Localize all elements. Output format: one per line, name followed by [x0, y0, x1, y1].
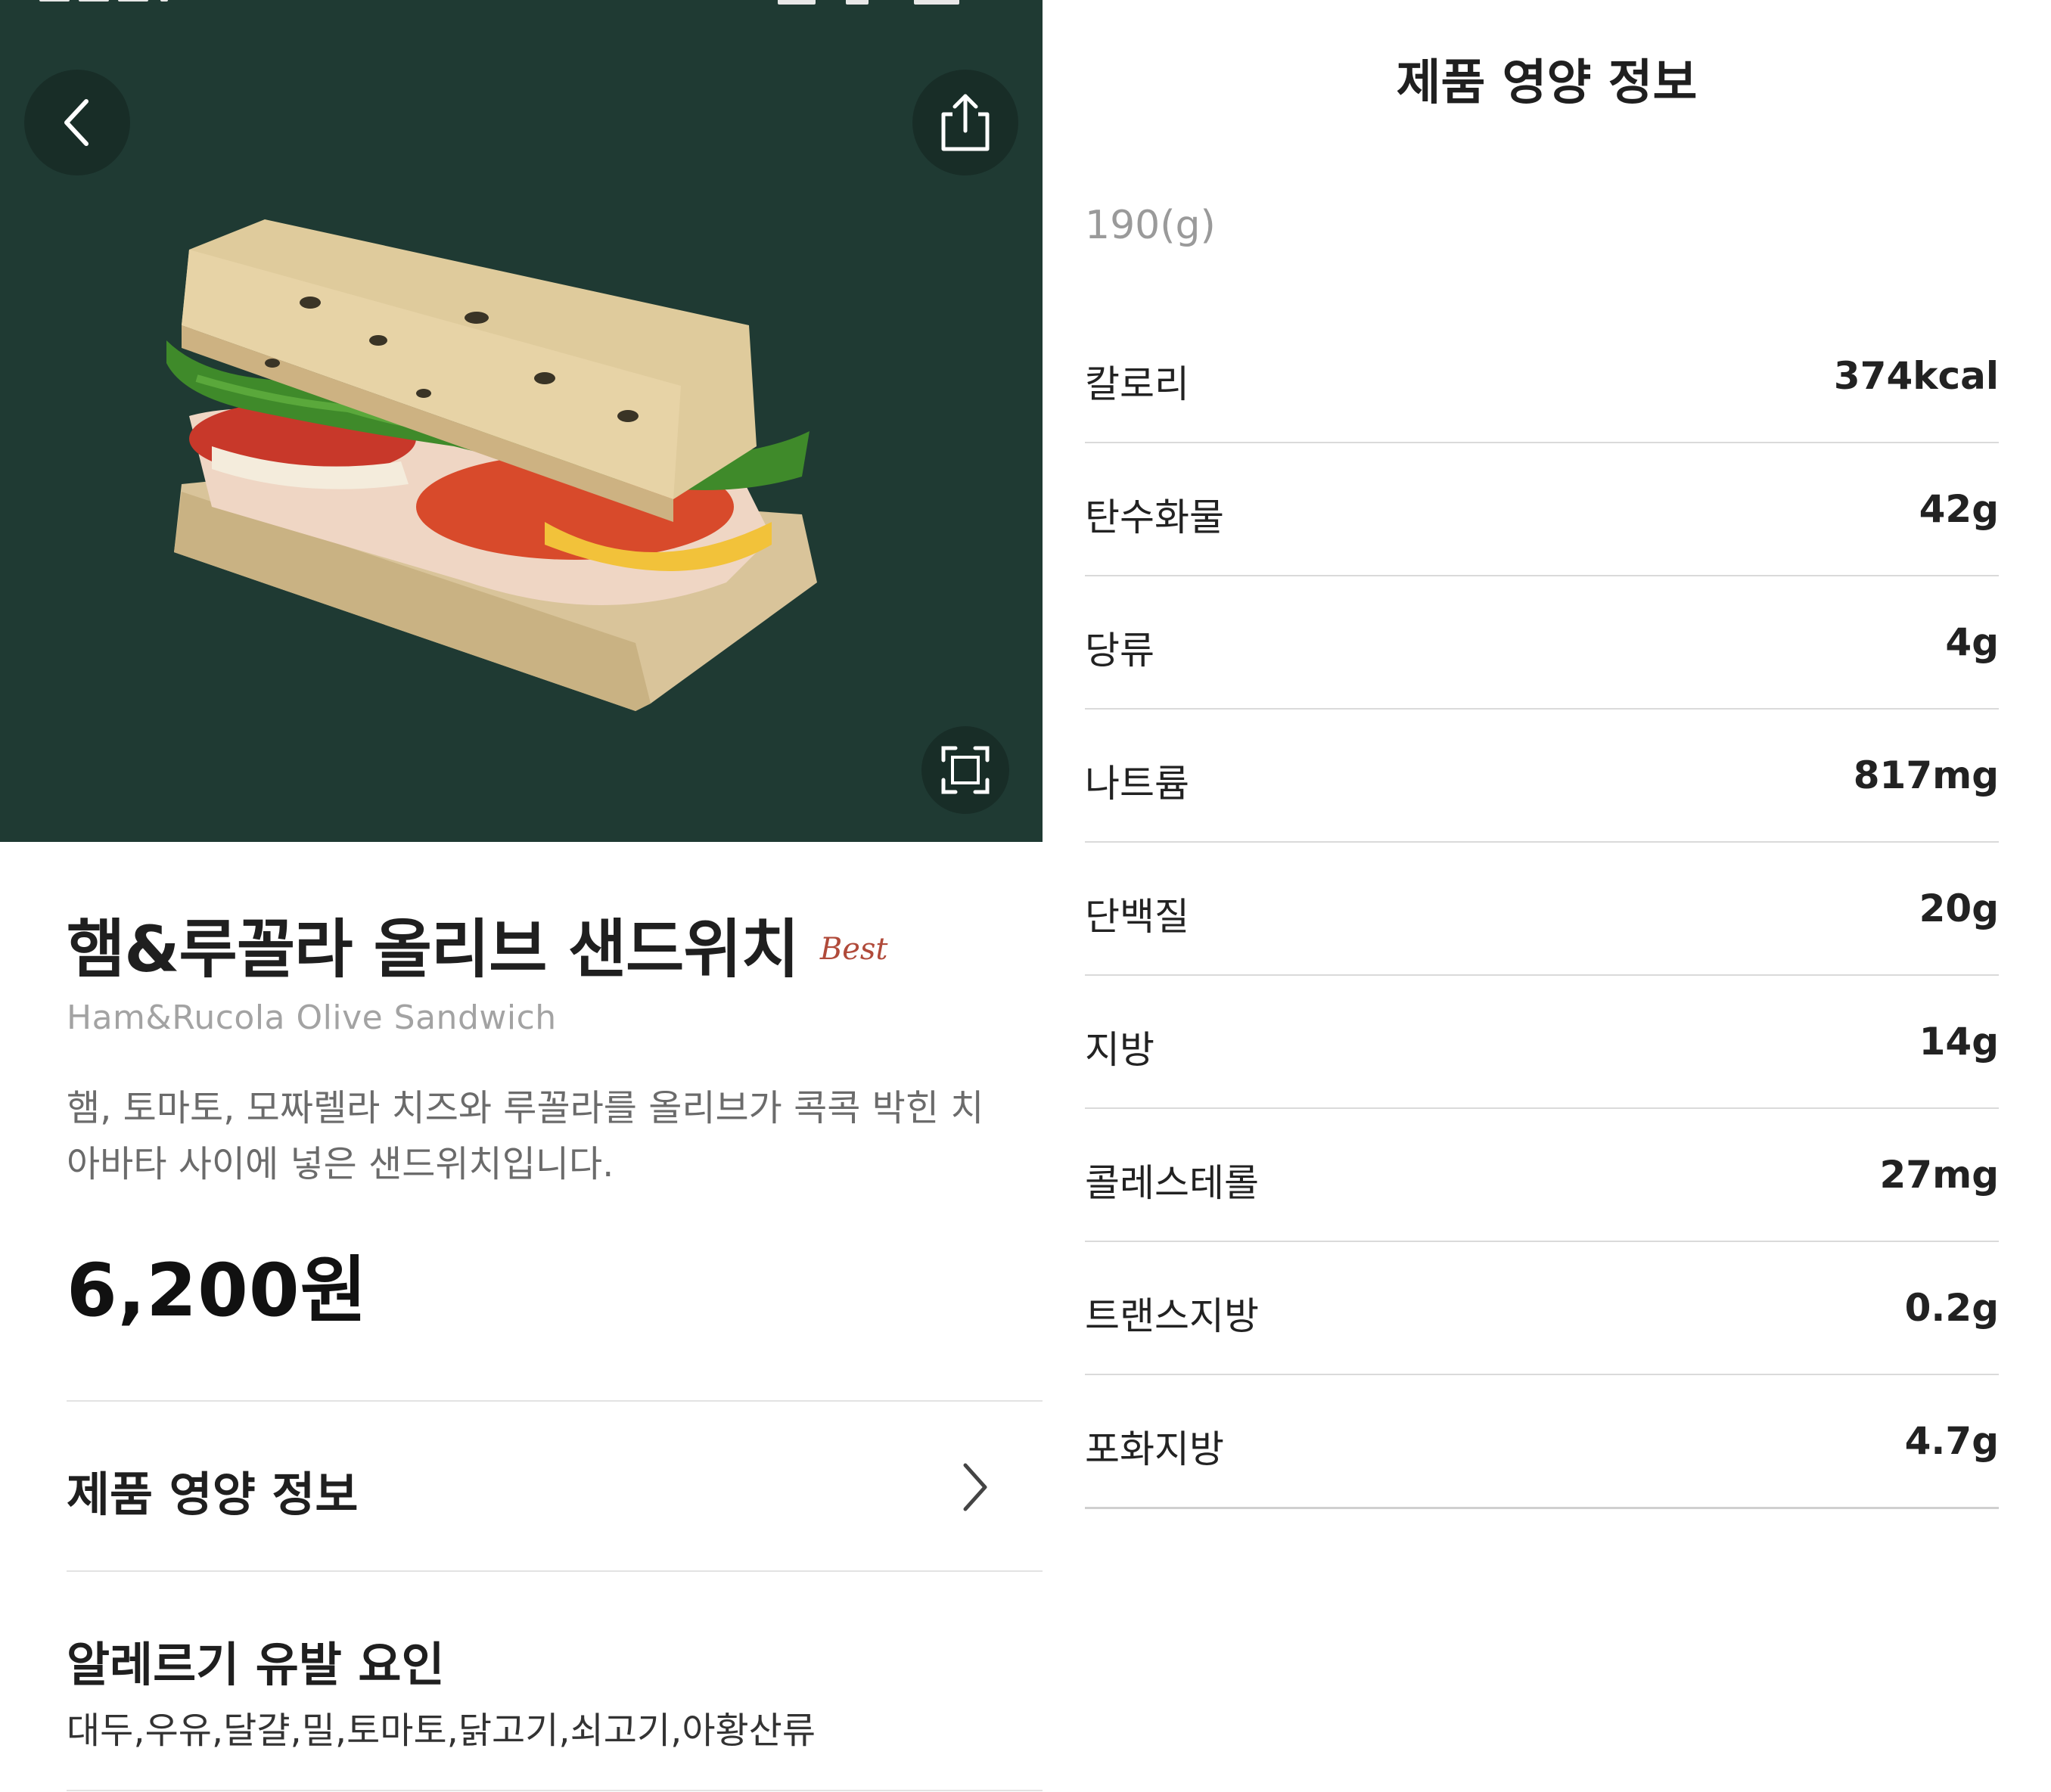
nutrient-name: 탄수화물	[1085, 495, 1224, 539]
divider	[67, 1570, 1043, 1572]
product-detail-screen: 햄&루꼴라 올리브 샌드위치 Best Ham&Rucola Olive San…	[0, 0, 1043, 1792]
product-english-name: Ham&Rucola Olive Sandwich	[67, 998, 557, 1037]
product-description: 햄, 토마토, 모짜렐라 치즈와 루꼴라를 올리브가 콕콕 박힌 치아바타 사이…	[67, 1087, 984, 1185]
nutrient-name: 트랜스지방	[1085, 1294, 1259, 1338]
divider	[67, 1790, 1043, 1791]
nutrient-value: 4.7g	[1904, 1419, 1999, 1463]
nutrient-value: 4g	[1945, 620, 1999, 664]
nutrient-name: 콜레스테롤	[1085, 1161, 1259, 1205]
best-badge: Best	[819, 932, 888, 967]
product-price: 6,200원	[67, 1248, 368, 1333]
nutrient-value: 374kcal	[1833, 354, 1999, 398]
product-title-row: 햄&루꼴라 올리브 샌드위치 Best	[67, 899, 888, 990]
sandwich-image	[166, 219, 817, 711]
nutrition-row: 나트륨 817mg	[1085, 710, 1999, 843]
nutrition-row: 트랜스지방 0.2g	[1085, 1242, 1999, 1375]
nutrition-panel-title: 제품 영양 정보	[1396, 55, 1698, 111]
nutrition-info-link[interactable]: 제품 영양 정보	[67, 1402, 1043, 1570]
status-bar-icons	[778, 0, 974, 8]
expand-icon	[941, 746, 990, 794]
nutrient-name: 당류	[1085, 629, 1154, 672]
product-title: 햄&루꼴라 올리브 샌드위치	[67, 912, 800, 986]
nutrition-row: 지방 14g	[1085, 976, 1999, 1109]
allergy-section-title: 알레르기 유발 요인	[67, 1637, 445, 1692]
nutrient-name: 포화지방	[1085, 1427, 1224, 1471]
nutrient-name: 칼로리	[1085, 362, 1189, 406]
nutrient-value: 0.2g	[1904, 1286, 1999, 1330]
nutrition-info-screen: 제품 영양 정보 190(g) 칼로리 374kcal 탄수화물 42g 당류 …	[1043, 0, 2051, 1792]
chevron-right-icon	[963, 1463, 987, 1511]
share-button[interactable]	[912, 70, 1018, 175]
status-bar-time	[39, 0, 206, 6]
expand-image-button[interactable]	[921, 726, 1009, 814]
nutrient-value: 14g	[1919, 1020, 1999, 1064]
product-hero	[0, 0, 1043, 842]
nutrition-row: 당류 4g	[1085, 576, 1999, 710]
nutrition-info-label: 제품 영양 정보	[67, 1467, 359, 1522]
nutrient-name: 나트륨	[1085, 762, 1189, 806]
nutrition-row: 칼로리 374kcal	[1085, 310, 1999, 443]
nutrition-row: 탄수화물 42g	[1085, 443, 1999, 576]
share-icon	[941, 94, 990, 151]
nutrient-value: 817mg	[1853, 753, 1999, 797]
nutrition-row: 콜레스테롤 27mg	[1085, 1109, 1999, 1242]
nutrition-row: 포화지방 4.7g	[1085, 1375, 1999, 1509]
allergy-list: 대두,우유,달걀,밀,토마토,닭고기,쇠고기,아황산류	[67, 1710, 816, 1752]
nutrient-value: 42g	[1919, 487, 1999, 531]
nutrient-value: 20g	[1919, 887, 1999, 930]
nutrient-name: 지방	[1085, 1028, 1154, 1072]
nutrient-name: 단백질	[1085, 895, 1189, 939]
serving-size: 190(g)	[1085, 203, 1216, 248]
back-button[interactable]	[24, 70, 130, 175]
chevron-left-icon	[64, 99, 89, 146]
nutrition-row: 단백질 20g	[1085, 843, 1999, 976]
nutrient-value: 27mg	[1879, 1153, 1999, 1197]
nutrition-table: 칼로리 374kcal 탄수화물 42g 당류 4g 나트륨 817mg 단백질…	[1085, 310, 1999, 1509]
